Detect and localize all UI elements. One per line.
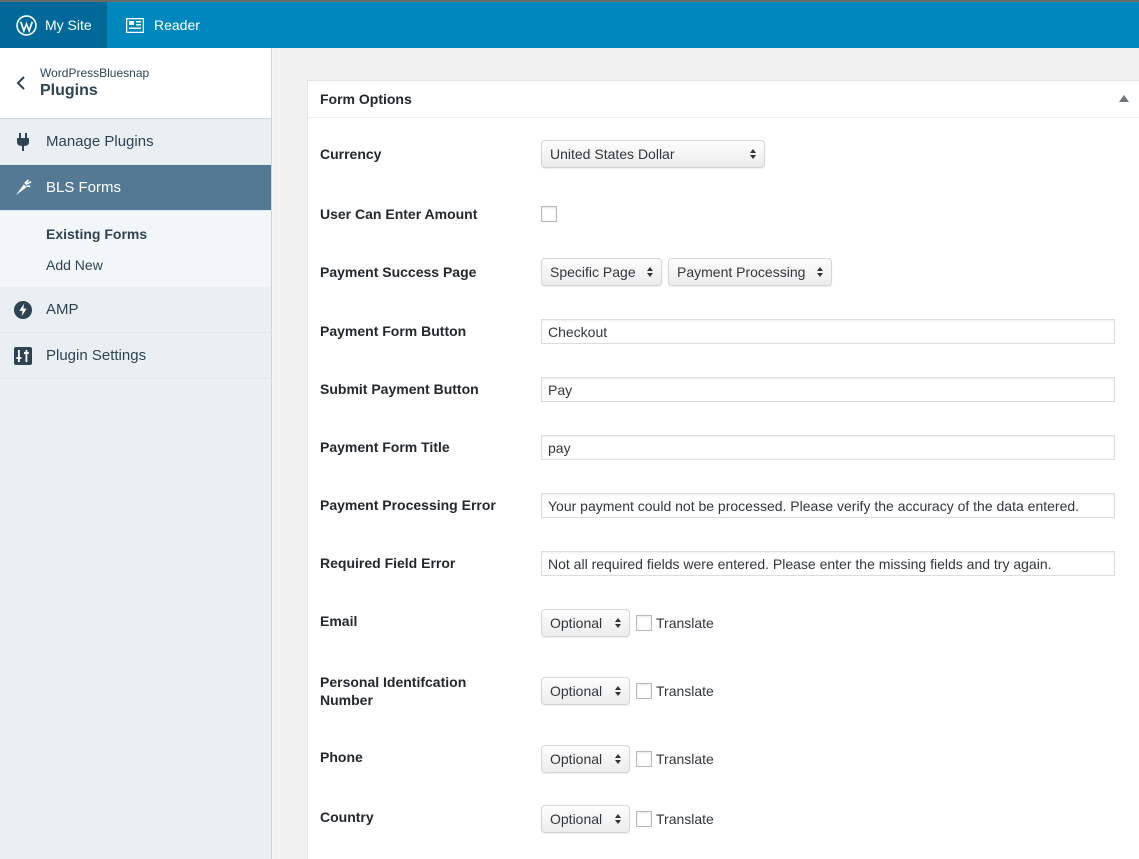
sliders-icon — [14, 346, 32, 365]
collapse-arrow-icon[interactable] — [1119, 95, 1129, 102]
sidebar-item-label: BLS Forms — [46, 179, 122, 196]
success-page-type-select[interactable]: Specific Page — [541, 258, 662, 286]
translate-label: Translate — [656, 683, 714, 699]
translate-label: Translate — [656, 811, 714, 827]
email-label: Email — [320, 613, 358, 629]
phone-select-value: Optional — [550, 751, 603, 767]
country-select-value: Optional — [550, 811, 603, 827]
site-name[interactable]: WordPressBluesnap — [40, 66, 149, 80]
bls-forms-subnav: Existing Forms Add New — [0, 211, 271, 287]
subnav-existing-forms[interactable]: Existing Forms — [0, 219, 271, 250]
plug-icon — [14, 132, 32, 151]
payment-processing-error-input[interactable]: Your payment could not be processed. Ple… — [541, 493, 1115, 518]
pin-select-value: Optional — [550, 683, 603, 699]
sidebar-item-manage-plugins[interactable]: Manage Plugins — [0, 119, 271, 165]
my-site-label: My Site — [45, 17, 92, 33]
country-translate-checkbox[interactable] — [636, 811, 652, 827]
select-arrows-icon — [615, 618, 621, 628]
submit-payment-button-label: Submit Payment Button — [320, 381, 479, 397]
sidebar: WordPressBluesnap Plugins Manage Plugins… — [0, 48, 272, 859]
sidebar-item-label: Manage Plugins — [46, 133, 154, 150]
success-page-type-value: Specific Page — [550, 264, 636, 280]
submit-payment-button-input[interactable]: Pay — [541, 377, 1115, 402]
payment-processing-error-label: Payment Processing Error — [320, 497, 496, 513]
masterbar: My Site Reader — [0, 0, 1139, 48]
carrot-icon — [14, 178, 32, 197]
select-arrows-icon — [750, 149, 756, 159]
user-amount-checkbox[interactable] — [541, 206, 557, 222]
email-select-value: Optional — [550, 615, 603, 631]
translate-label: Translate — [656, 751, 714, 767]
payment-form-title-input[interactable]: pay — [541, 435, 1115, 460]
payment-form-title-label: Payment Form Title — [320, 439, 450, 455]
form-options-panel: Form Options Currency United States Doll… — [307, 80, 1139, 859]
pin-label: Personal Identifcation Number — [320, 674, 467, 708]
main-content: Form Options Currency United States Doll… — [273, 48, 1139, 859]
sidebar-header: WordPressBluesnap Plugins — [0, 48, 271, 119]
pin-translate-checkbox[interactable] — [636, 683, 652, 699]
select-arrows-icon — [615, 686, 621, 696]
required-field-error-input[interactable]: Not all required fields were entered. Pl… — [541, 551, 1115, 576]
panel-title: Form Options — [320, 91, 412, 107]
payment-success-label: Payment Success Page — [320, 264, 477, 280]
currency-select[interactable]: United States Dollar — [541, 140, 765, 168]
phone-label: Phone — [320, 749, 363, 765]
select-arrows-icon — [647, 267, 653, 277]
email-select[interactable]: Optional — [541, 609, 630, 637]
sidebar-item-bls-forms[interactable]: BLS Forms — [0, 165, 271, 211]
payment-form-button-label: Payment Form Button — [320, 323, 467, 339]
sidebar-item-label: Plugin Settings — [46, 347, 147, 364]
translate-label: Translate — [656, 615, 714, 631]
form-options-header[interactable]: Form Options — [308, 81, 1139, 118]
payment-form-button-input[interactable]: Checkout — [541, 319, 1115, 344]
sidebar-item-amp[interactable]: AMP — [0, 287, 271, 333]
select-arrows-icon — [615, 754, 621, 764]
wordpress-logo-icon — [15, 14, 37, 36]
required-field-error-label: Required Field Error — [320, 555, 456, 571]
pin-select[interactable]: Optional — [541, 677, 630, 705]
section-title: Plugins — [40, 82, 98, 99]
select-arrows-icon — [817, 267, 823, 277]
sidebar-item-label: AMP — [46, 301, 79, 318]
success-page-select[interactable]: Payment Processing — [668, 258, 832, 286]
reader-label: Reader — [154, 17, 200, 33]
reader-icon — [124, 14, 146, 36]
country-select[interactable]: Optional — [541, 805, 630, 833]
amp-bolt-icon — [14, 300, 32, 319]
currency-label: Currency — [320, 146, 382, 162]
select-arrows-icon — [615, 814, 621, 824]
sidebar-item-plugin-settings[interactable]: Plugin Settings — [0, 333, 271, 379]
phone-select[interactable]: Optional — [541, 745, 630, 773]
subnav-add-new[interactable]: Add New — [0, 250, 271, 281]
email-translate-checkbox[interactable] — [636, 615, 652, 631]
currency-value: United States Dollar — [550, 146, 675, 162]
phone-translate-checkbox[interactable] — [636, 751, 652, 767]
reader-button[interactable]: Reader — [107, 2, 215, 48]
success-page-value: Payment Processing — [677, 264, 806, 280]
country-label: Country — [320, 809, 374, 825]
back-chevron-icon[interactable] — [12, 74, 30, 92]
user-amount-label: User Can Enter Amount — [320, 206, 478, 222]
my-site-button[interactable]: My Site — [0, 2, 107, 48]
